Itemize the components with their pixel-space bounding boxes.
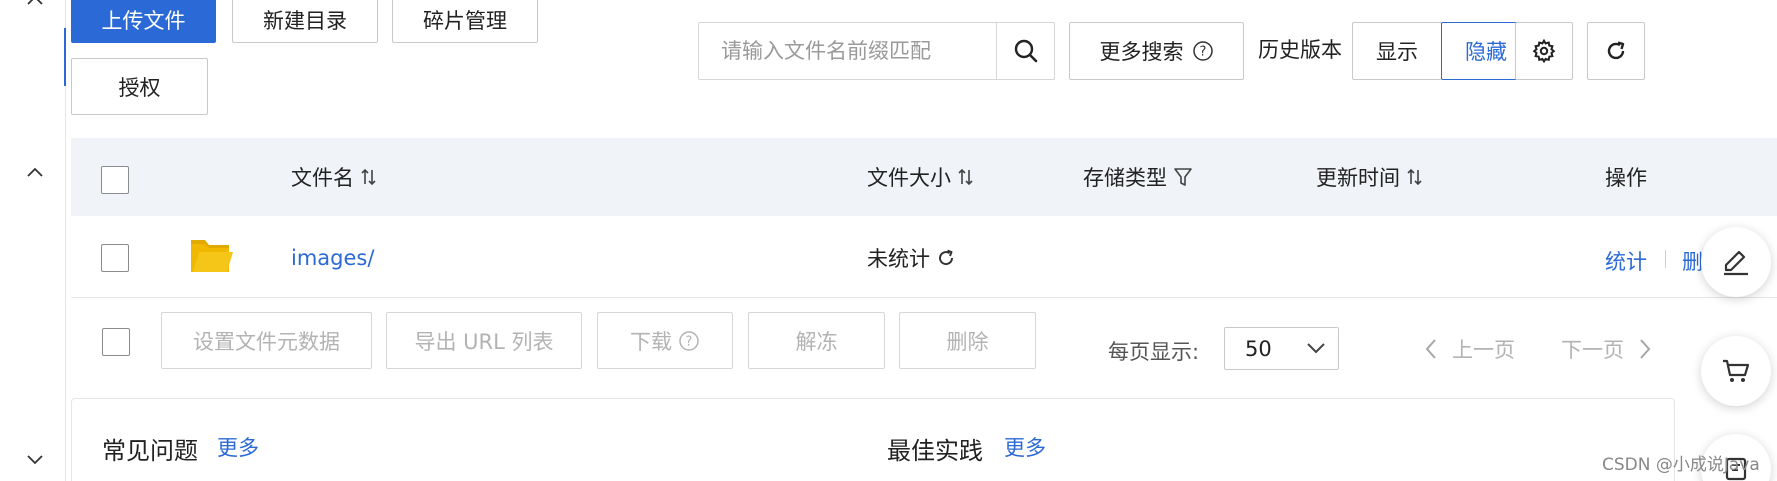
- edit-icon: [1720, 246, 1752, 278]
- next-page-button[interactable]: 下一页: [1561, 334, 1652, 364]
- column-updated-label: 更新时间: [1316, 166, 1400, 190]
- common-questions-more-link[interactable]: 更多: [217, 432, 259, 462]
- search-button[interactable]: [996, 23, 1054, 79]
- search-icon: [1013, 38, 1039, 64]
- table-row: images/ 未统计 统计 删: [71, 216, 1777, 298]
- folder-name-link[interactable]: images/: [291, 246, 374, 270]
- more-search-label: 更多搜索: [1099, 40, 1184, 64]
- prev-page-button[interactable]: 上一页: [1424, 334, 1515, 364]
- cart-icon: [1720, 355, 1752, 387]
- column-header-size[interactable]: 文件大小: [867, 162, 975, 192]
- settings-button[interactable]: [1515, 22, 1573, 80]
- column-header-actions: 操作: [1605, 166, 1647, 190]
- best-practices-more-link[interactable]: 更多: [1004, 432, 1046, 462]
- file-size-value: 未统计: [867, 247, 930, 271]
- download-button[interactable]: 下载 ?: [597, 312, 733, 369]
- column-name-label: 文件名: [291, 166, 354, 190]
- download-label: 下载: [630, 329, 672, 354]
- per-page-value: 50: [1245, 336, 1272, 361]
- watermark: CSDN @小成说Java: [1602, 455, 1760, 475]
- authorize-button[interactable]: 授权: [71, 58, 208, 115]
- common-questions-title: 常见问题: [102, 437, 198, 465]
- refresh-icon: [1604, 39, 1628, 63]
- select-all-checkbox[interactable]: [101, 166, 129, 194]
- svg-text:?: ?: [686, 334, 693, 349]
- chevron-right-icon: [1638, 338, 1652, 360]
- column-header-name[interactable]: 文件名: [291, 162, 378, 192]
- column-size-label: 文件大小: [867, 166, 951, 190]
- fragment-management-button[interactable]: 碎片管理: [392, 0, 538, 43]
- history-show-button[interactable]: 显示: [1352, 22, 1442, 80]
- folder-icon: [189, 236, 235, 276]
- per-page-select[interactable]: 50: [1224, 327, 1339, 370]
- filter-icon[interactable]: [1173, 166, 1193, 188]
- history-version-label: 历史版本: [1258, 38, 1342, 62]
- column-storage-type-label: 存储类型: [1083, 166, 1167, 190]
- bulk-select-checkbox[interactable]: [102, 328, 130, 356]
- feedback-float-button[interactable]: [1701, 227, 1771, 297]
- delete-button[interactable]: 删除: [899, 312, 1036, 369]
- new-directory-button[interactable]: 新建目录: [232, 0, 378, 43]
- cart-float-button[interactable]: [1701, 336, 1771, 406]
- per-page-label: 每页显示:: [1108, 340, 1200, 364]
- refresh-small-icon[interactable]: [936, 248, 956, 268]
- search-input[interactable]: [699, 23, 996, 79]
- prev-page-label: 上一页: [1452, 338, 1515, 362]
- next-page-label: 下一页: [1561, 338, 1624, 362]
- sort-icon[interactable]: [360, 167, 378, 187]
- table-header: 文件名 文件大小 存储类型 更新时间 操作: [71, 138, 1777, 216]
- chevron-left-icon: [1424, 338, 1438, 360]
- help-card: 常见问题 更多 最佳实践 更多: [71, 398, 1675, 481]
- chevron-down-icon: [1306, 341, 1326, 355]
- chevron-up-small-icon[interactable]: [26, 0, 44, 6]
- action-divider: [1665, 250, 1666, 268]
- delete-action-link[interactable]: 删: [1682, 246, 1703, 276]
- gear-icon: [1532, 39, 1556, 63]
- help-circle-icon: ?: [1192, 40, 1214, 62]
- stats-action-link[interactable]: 统计: [1605, 246, 1647, 276]
- set-metadata-button[interactable]: 设置文件元数据: [161, 312, 372, 369]
- row-checkbox[interactable]: [101, 244, 129, 272]
- sort-icon[interactable]: [1406, 167, 1424, 187]
- refresh-button[interactable]: [1587, 22, 1645, 80]
- sort-icon[interactable]: [957, 167, 975, 187]
- search-box: [698, 22, 1055, 80]
- export-url-list-button[interactable]: 导出 URL 列表: [386, 312, 582, 369]
- column-header-updated[interactable]: 更新时间: [1316, 162, 1424, 192]
- column-header-storage-type[interactable]: 存储类型: [1083, 162, 1193, 192]
- file-size-cell: 未统计: [867, 243, 956, 273]
- svg-text:?: ?: [1199, 45, 1206, 60]
- unfreeze-button[interactable]: 解冻: [748, 312, 885, 369]
- help-circle-icon: ?: [678, 330, 700, 352]
- more-search-button[interactable]: 更多搜索 ?: [1069, 22, 1244, 80]
- chevron-down-icon[interactable]: [26, 454, 44, 466]
- left-rail: [0, 0, 66, 481]
- rail-active-indicator: [64, 28, 66, 86]
- upload-file-button[interactable]: 上传文件: [71, 0, 216, 43]
- best-practices-title: 最佳实践: [887, 437, 983, 465]
- chevron-up-icon[interactable]: [26, 166, 44, 178]
